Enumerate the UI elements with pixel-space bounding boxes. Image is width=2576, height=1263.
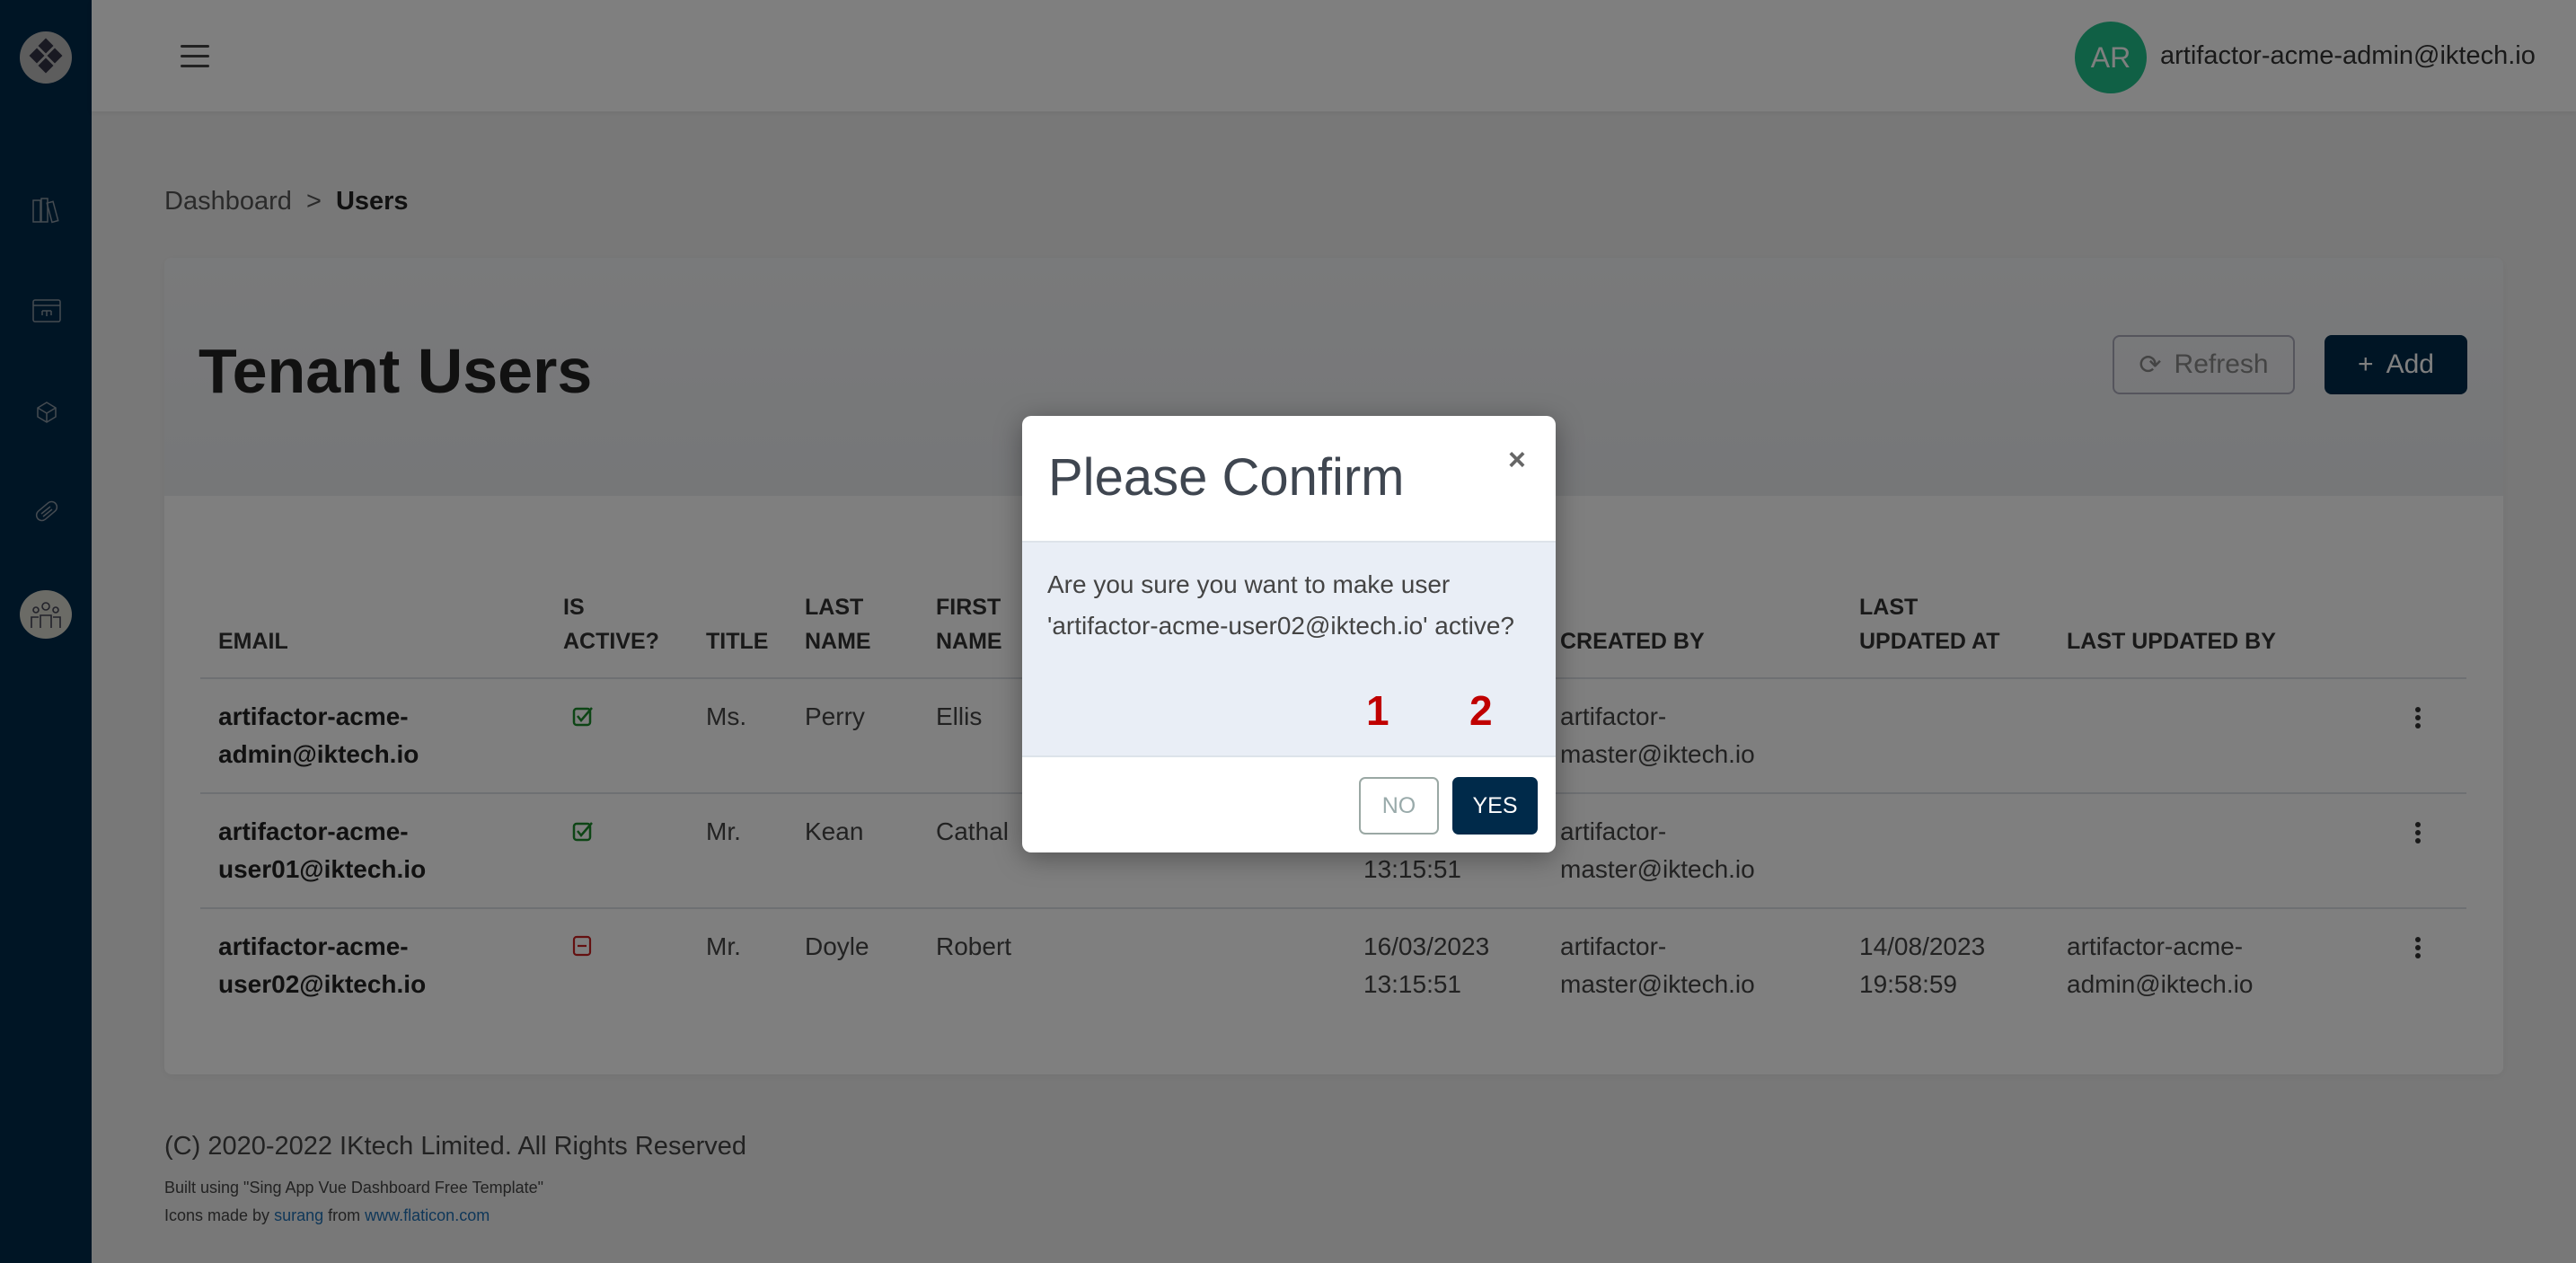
close-icon[interactable]: × — [1508, 443, 1526, 478]
confirm-dialog: Please Confirm × Are you sure you want t… — [1022, 416, 1556, 852]
yes-button[interactable]: YES — [1452, 777, 1538, 835]
annotation-1: 1 — [1366, 687, 1389, 734]
dialog-body: Are you sure you want to make user 'arti… — [1022, 541, 1556, 757]
dialog-title: Please Confirm — [1048, 448, 1405, 507]
no-button[interactable]: NO — [1359, 777, 1439, 835]
annotation-2: 2 — [1469, 687, 1493, 734]
dialog-message: Are you sure you want to make user 'arti… — [1047, 570, 1514, 640]
